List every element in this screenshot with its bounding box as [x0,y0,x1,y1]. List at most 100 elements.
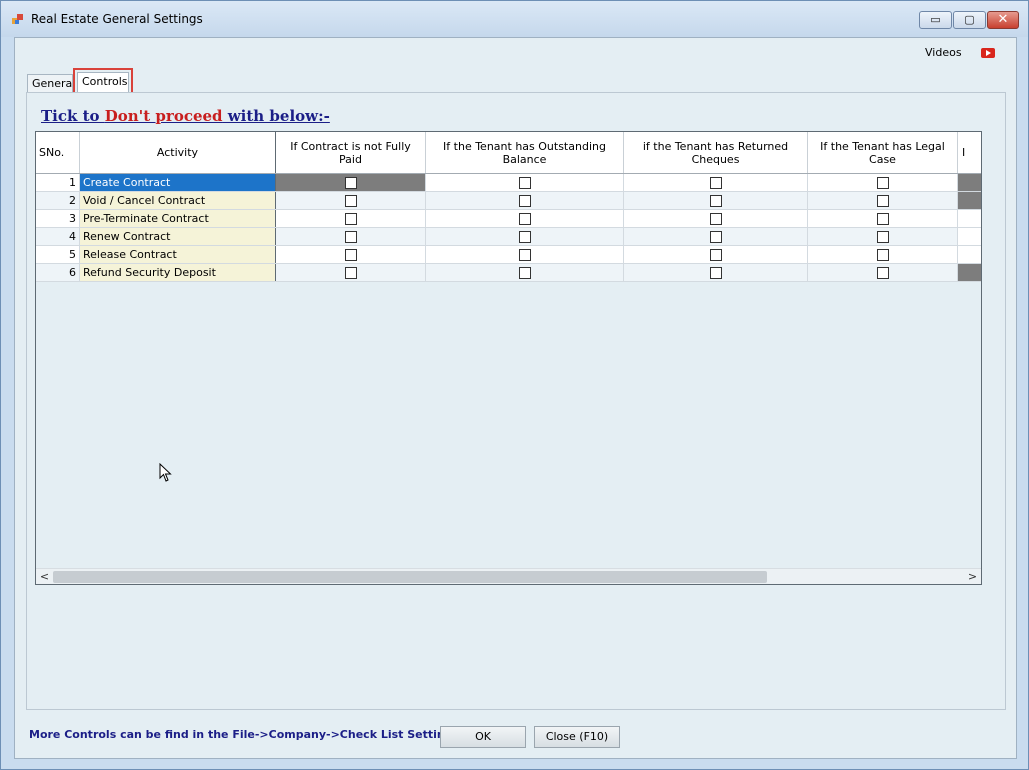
window-title: Real Estate General Settings [31,12,203,26]
row-checkbox[interactable] [518,248,531,261]
title-bar[interactable]: Real Estate General Settings ▭ ▢ ✕ [1,1,1028,37]
heading-part-3: with below:- [222,107,330,125]
partial-column-cell [958,228,981,245]
checkbox-cell [624,228,808,245]
youtube-icon[interactable] [981,48,995,58]
row-checkbox[interactable] [876,266,889,279]
row-activity[interactable]: Release Contract [80,246,276,263]
table-row[interactable]: 1 Create Contract [36,174,981,192]
row-activity[interactable]: Refund Security Deposit [80,264,276,281]
controls-grid[interactable]: SNo. Activity If Contract is not Fully P… [35,131,982,585]
app-icon [12,14,23,24]
minimize-button[interactable]: ▭ [919,11,952,29]
close-window-button[interactable]: ✕ [987,11,1019,29]
checkbox-cell [624,192,808,209]
horizontal-scrollbar[interactable]: < > [36,568,981,584]
table-row[interactable]: 3 Pre-Terminate Contract [36,210,981,228]
row-checkbox[interactable] [709,248,722,261]
controls-tab-page: Tick to Don't proceed with below:- SNo. … [26,92,1006,710]
checkbox-cell [808,174,958,191]
column-header-outstanding-balance[interactable]: If the Tenant has Outstanding Balance [426,132,624,173]
mouse-cursor-icon [159,463,172,482]
row-sno: 4 [36,228,80,245]
row-sno: 2 [36,192,80,209]
maximize-button[interactable]: ▢ [953,11,986,29]
scroll-right-icon[interactable]: > [964,569,981,584]
row-checkbox[interactable] [709,194,722,207]
scroll-thumb[interactable] [53,571,767,583]
column-header-not-fully-paid[interactable]: If Contract is not Fully Paid [276,132,426,173]
minimize-icon: ▭ [930,13,941,26]
table-row[interactable]: 5 Release Contract [36,246,981,264]
row-checkbox[interactable] [876,176,889,189]
row-checkbox[interactable] [344,266,357,279]
row-sno: 1 [36,174,80,191]
row-checkbox[interactable] [518,212,531,225]
partial-column-cell [958,192,981,209]
column-header-sno[interactable]: SNo. [36,132,80,173]
partial-column-cell [958,264,981,281]
column-header-returned-cheques[interactable]: if the Tenant has Returned Cheques [624,132,808,173]
row-checkbox[interactable] [344,230,357,243]
row-checkbox[interactable] [518,230,531,243]
row-checkbox[interactable] [876,212,889,225]
row-checkbox[interactable] [709,176,722,189]
checkbox-cell [624,210,808,227]
checkbox-cell [808,246,958,263]
row-activity[interactable]: Create Contract [80,174,276,191]
videos-link[interactable]: Videos [925,46,962,59]
checkbox-cell [276,264,426,281]
row-activity[interactable]: Pre-Terminate Contract [80,210,276,227]
checkbox-cell [426,174,624,191]
tab-general[interactable]: General [27,74,75,93]
checkbox-cell [624,174,808,191]
column-header-legal-case[interactable]: If the Tenant has Legal Case [808,132,958,173]
scroll-left-icon[interactable]: < [36,569,53,584]
row-checkbox[interactable] [518,176,531,189]
column-header-activity[interactable]: Activity [80,132,276,173]
partial-column-cell [958,210,981,227]
checkbox-cell [808,264,958,281]
table-row[interactable]: 2 Void / Cancel Contract [36,192,981,210]
checkbox-cell [276,228,426,245]
checkbox-cell [808,228,958,245]
partial-column-cell [958,174,981,191]
row-checkbox[interactable] [876,248,889,261]
row-activity[interactable]: Renew Contract [80,228,276,245]
partial-column-cell [958,246,981,263]
checkbox-cell [276,192,426,209]
table-row[interactable]: 4 Renew Contract [36,228,981,246]
row-checkbox[interactable] [876,194,889,207]
row-sno: 5 [36,246,80,263]
row-checkbox[interactable] [344,212,357,225]
footer-note: More Controls can be find in the File->C… [29,728,460,741]
client-area: Videos General Controls Tick to Don't pr… [14,37,1017,759]
checkbox-cell [624,264,808,281]
checkbox-cell [276,246,426,263]
checkbox-cell [808,192,958,209]
maximize-icon: ▢ [964,13,975,26]
row-checkbox[interactable] [344,194,357,207]
ok-button[interactable]: OK [440,726,526,748]
row-checkbox[interactable] [709,230,722,243]
row-activity[interactable]: Void / Cancel Contract [80,192,276,209]
row-checkbox[interactable] [344,176,357,189]
row-checkbox[interactable] [518,194,531,207]
checkbox-cell [426,192,624,209]
table-row[interactable]: 6 Refund Security Deposit [36,264,981,282]
row-checkbox[interactable] [344,248,357,261]
heading-part-2: Don't proceed [104,107,223,125]
checkbox-cell [426,228,624,245]
checkbox-cell [276,174,426,191]
row-checkbox[interactable] [518,266,531,279]
column-header-partial[interactable]: I [958,132,981,173]
close-button[interactable]: Close (F10) [534,726,620,748]
row-checkbox[interactable] [709,212,722,225]
grid-header: SNo. Activity If Contract is not Fully P… [36,132,981,174]
row-checkbox[interactable] [876,230,889,243]
checkbox-cell [426,264,624,281]
row-sno: 3 [36,210,80,227]
row-sno: 6 [36,264,80,281]
close-icon: ✕ [997,12,1009,27]
row-checkbox[interactable] [709,266,722,279]
